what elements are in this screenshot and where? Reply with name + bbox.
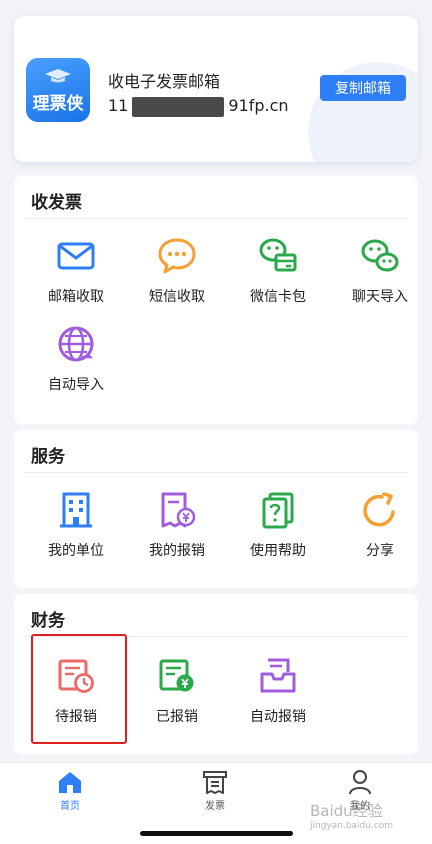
- service-item-share[interactable]: 分享: [332, 490, 428, 560]
- copy-email-button[interactable]: 复制邮箱: [320, 75, 406, 101]
- section-title-finance: 财务: [31, 611, 65, 631]
- receive-item-label: 邮箱收取: [48, 289, 104, 305]
- sms-icon: [158, 238, 196, 274]
- home-indicator: [140, 831, 293, 836]
- mail-icon: [57, 242, 95, 270]
- invoice-icon: [203, 771, 227, 794]
- service-item-label: 我的报销: [149, 543, 205, 559]
- watermark-line2: jingyan.baidu.com: [310, 821, 394, 831]
- service-item-label: 使用帮助: [250, 543, 306, 559]
- service-item-my-reimburse[interactable]: 我的报销: [129, 490, 225, 560]
- section-title-receive: 收发票: [31, 193, 82, 213]
- email-address-prefix: 11: [108, 96, 129, 115]
- watermark: Baidu经验 jingyan.baidu.com: [310, 800, 420, 836]
- email-title: 收电子发票邮箱: [108, 72, 221, 91]
- service-item-label: 分享: [366, 543, 394, 559]
- share-icon: [363, 492, 395, 527]
- section-receive-invoice: 收发票 邮箱收取 短信收取 微信卡包 聊天导入 自动导入: [14, 176, 418, 424]
- receive-item-label: 自动导入: [48, 377, 104, 393]
- section-title-service: 服务: [31, 447, 65, 467]
- finance-item-reimbursed[interactable]: 已报销: [129, 656, 225, 726]
- redaction-mask: [132, 96, 225, 117]
- service-item-my-unit[interactable]: 我的单位: [28, 490, 124, 560]
- receive-item-label: 微信卡包: [250, 289, 306, 305]
- wechat-card-icon: [259, 238, 297, 272]
- user-icon: [349, 770, 371, 795]
- wechat-chat-icon: [361, 239, 399, 272]
- finance-item-auto-reimburse[interactable]: 自动报销: [230, 656, 326, 726]
- receive-item-label: 聊天导入: [352, 289, 408, 305]
- finance-item-label: 已报销: [156, 709, 198, 725]
- tray-icon: [260, 658, 296, 693]
- logo-text: 理票侠: [32, 94, 84, 114]
- app-logo: 理票侠: [26, 58, 90, 122]
- building-icon: [60, 492, 92, 528]
- service-item-label: 我的单位: [48, 543, 104, 559]
- section-divider: [24, 472, 408, 473]
- receipt-yen-icon: [161, 492, 196, 528]
- help-icon: [262, 492, 294, 529]
- watermark-line1: Baidu经验: [310, 802, 383, 820]
- receive-item-label: 短信收取: [149, 289, 205, 305]
- auto-import-icon: [58, 326, 94, 362]
- graduation-cap-icon: [45, 69, 71, 83]
- tab-invoice[interactable]: 发票: [175, 769, 255, 812]
- receive-item-wechat-chat[interactable]: 聊天导入: [332, 236, 428, 306]
- service-item-help[interactable]: 使用帮助: [230, 490, 326, 560]
- tab-label: 首页: [60, 801, 80, 812]
- section-service: 服务 我的单位 我的报销 使用帮助 分享: [14, 430, 418, 588]
- tab-label: 发票: [205, 801, 225, 812]
- finance-item-label: 自动报销: [250, 709, 306, 725]
- invoice-email-card: 理票侠 收电子发票邮箱 11 91fp.cn 复制邮箱: [14, 16, 418, 162]
- receive-item-sms[interactable]: 短信收取: [129, 236, 225, 306]
- section-divider: [24, 218, 408, 219]
- reimbursed-yen-icon: [159, 659, 194, 692]
- tab-home[interactable]: 首页: [30, 769, 110, 812]
- receive-item-auto-import[interactable]: 自动导入: [28, 324, 124, 394]
- home-icon: [59, 772, 81, 793]
- receive-item-wechat-card[interactable]: 微信卡包: [230, 236, 326, 306]
- email-address: 11 91fp.cn: [108, 96, 289, 117]
- receive-item-mail[interactable]: 邮箱收取: [28, 236, 124, 306]
- selection-highlight-box: [31, 634, 127, 744]
- email-address-suffix: 91fp.cn: [228, 96, 289, 115]
